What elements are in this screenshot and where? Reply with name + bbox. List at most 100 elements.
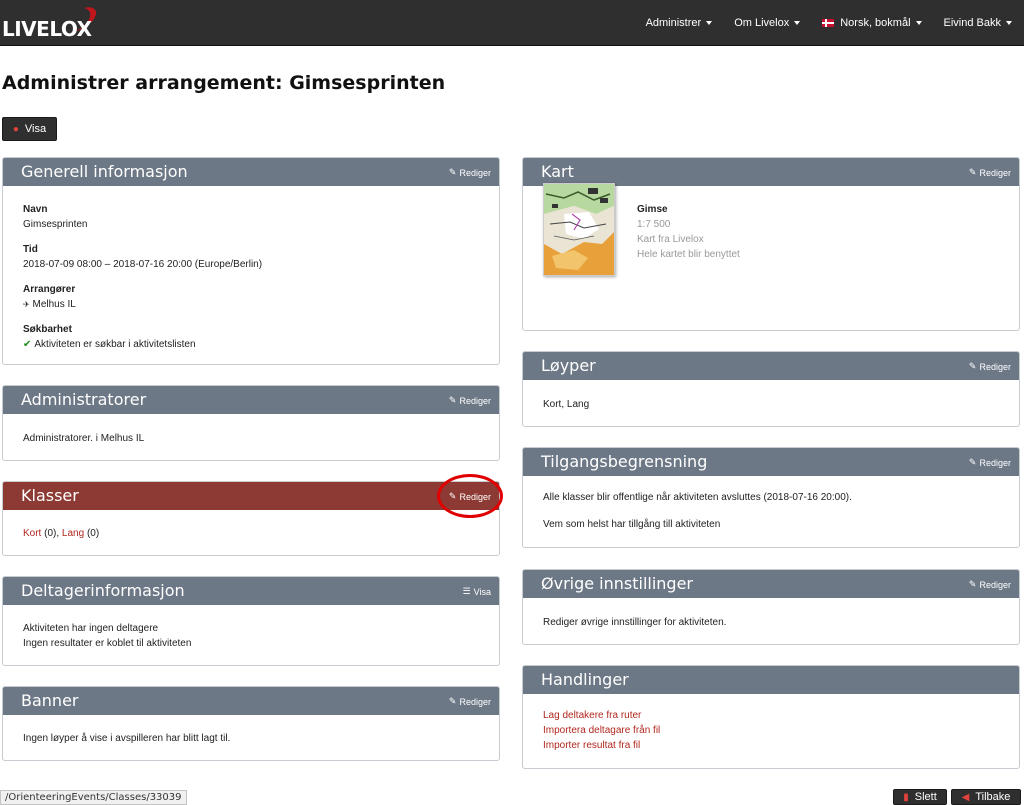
map-scale: 1:7 500 (637, 219, 671, 230)
view-button-label: Visa (24, 123, 47, 135)
livelox-logo[interactable]: LIVELOX (2, 6, 102, 41)
delete-button[interactable]: ▮ Slett (893, 789, 947, 805)
link-import-results[interactable]: Importer resultat fra fil (543, 740, 640, 751)
panel-title: Handlinger (541, 670, 629, 689)
edit-icon: ✎ (448, 491, 457, 501)
panel-map: Kart ✎ Rediger Gimse 1:7 500 Kart fra Li… (522, 157, 1020, 331)
field-value-searchability: ✔ Aktiviteten er søkbar i aktivitetsliste… (23, 337, 479, 352)
panel-header: Generell informasjon ✎ Rediger (3, 158, 499, 186)
edit-classes-button[interactable]: ✎ Rediger (449, 491, 491, 502)
edit-admins-button[interactable]: ✎ Rediger (449, 395, 491, 406)
panel-courses: Løyper ✎ Rediger Kort, Lang (522, 351, 1020, 427)
class-link-lang[interactable]: Lang (62, 528, 84, 539)
map-source: Kart fra Livelox (637, 234, 704, 245)
field-label-name: Navn (23, 204, 48, 215)
edit-courses-button[interactable]: ✎ Rediger (969, 361, 1011, 372)
edit-icon: ✎ (968, 167, 977, 177)
caret-down-icon (706, 21, 713, 25)
class-count-kort: (0), (44, 528, 60, 539)
edit-label: Rediger (459, 491, 491, 502)
map-thumbnail[interactable] (543, 183, 615, 276)
organizer-icon: ✈ (23, 300, 30, 309)
panel-header: Administratorer ✎ Rediger (3, 386, 499, 414)
arrow-left-icon: ◀ (961, 791, 970, 803)
edit-icon: ✎ (448, 167, 457, 177)
edit-general-button[interactable]: ✎ Rediger (449, 167, 491, 178)
participants-line-2: Ingen resultater er koblet til aktivitet… (23, 638, 192, 649)
link-import-participants[interactable]: Importera deltagare från fil (543, 725, 660, 736)
courses-text: Kort, Lang (543, 399, 590, 410)
browser-status-url: /OrienteeringEvents/Classes/33039 (0, 790, 187, 805)
field-value-time: 2018-07-09 08:00 – 2018-07-16 20:00 (Eur… (23, 259, 263, 270)
field-label-organizers: Arrangører (23, 284, 76, 295)
page-title: Administrer arrangement: Gimsesprinten (2, 72, 446, 94)
nav-om-livelox-label: Om Livelox (734, 17, 790, 29)
edit-other-settings-button[interactable]: ✎ Rediger (969, 579, 1011, 590)
delete-button-label: Slett (914, 791, 937, 803)
field-value-organizers: ✈ Melhus IL (23, 297, 479, 312)
link-create-participants-from-routes[interactable]: Lag deltakere fra ruter (543, 710, 641, 721)
edit-icon: ✎ (448, 696, 457, 706)
edit-label: Rediger (459, 696, 491, 707)
map-info: Gimse 1:7 500 Kart fra Livelox Hele kart… (637, 202, 740, 262)
nav-user[interactable]: Eivind Bakk (944, 17, 1012, 29)
panel-header: Kart ✎ Rediger (523, 158, 1019, 186)
nav-user-label: Eivind Bakk (943, 17, 1001, 29)
panel-administrators: Administratorer ✎ Rediger Administratore… (2, 385, 500, 461)
panel-other-settings: Øvrige innstillinger ✎ Rediger Rediger ø… (522, 569, 1020, 645)
edit-access-button[interactable]: ✎ Rediger (969, 457, 1011, 468)
view-button[interactable]: ● Visa (2, 117, 57, 141)
edit-label: Rediger (979, 167, 1011, 178)
edit-banner-button[interactable]: ✎ Rediger (449, 696, 491, 707)
nav-administrer[interactable]: Administrer (646, 17, 713, 29)
trash-icon: ▮ (903, 791, 909, 803)
panel-title: Generell informasjon (21, 162, 188, 181)
nav-language-label: Norsk, bokmål (840, 17, 911, 29)
back-button-label: Tilbake (975, 791, 1011, 803)
field-label-time: Tid (23, 244, 38, 255)
edit-map-button[interactable]: ✎ Rediger (969, 167, 1011, 178)
map-name: Gimse (637, 204, 668, 215)
orienteering-map-image (544, 184, 614, 275)
panel-participants: Deltagerinformasjon ☰ Visa Aktiviteten h… (2, 576, 500, 666)
view-label: Visa (473, 586, 491, 597)
access-line-1: Alle klasser blir offentlige når aktivit… (543, 492, 852, 503)
norway-flag-icon (822, 19, 835, 27)
nav-administrer-label: Administrer (645, 17, 702, 29)
checkmark-icon: ✔ (23, 339, 32, 350)
view-participants-button[interactable]: ☰ Visa (463, 586, 491, 597)
edit-icon: ✎ (448, 395, 457, 405)
admins-text: Administratorer. i Melhus IL (23, 433, 145, 444)
panel-general-info: Generell informasjon ✎ Rediger Navn Gims… (2, 157, 500, 365)
edit-label: Rediger (979, 457, 1011, 468)
panel-title: Tilgangsbegrensning (541, 452, 708, 471)
panel-title: Deltagerinformasjon (21, 581, 185, 600)
access-line-2: Vem som helst har tillgång till aktivite… (543, 519, 721, 530)
panel-title: Kart (541, 162, 574, 181)
searchability-text: Aktiviteten er søkbar i aktivitetslisten (34, 339, 196, 350)
caret-down-icon (794, 21, 801, 25)
list-icon: ☰ (462, 586, 471, 596)
panel-header: Løyper ✎ Rediger (523, 352, 1019, 380)
field-value-name: Gimsesprinten (23, 219, 88, 230)
back-button[interactable]: ◀ Tilbake (951, 789, 1021, 805)
edit-label: Rediger (459, 395, 491, 406)
map-usage: Hele kartet blir benyttet (637, 249, 740, 260)
other-settings-text: Rediger øvrige innstillinger for aktivit… (543, 617, 727, 628)
nav-om-livelox[interactable]: Om Livelox (734, 17, 801, 29)
nav-language[interactable]: Norsk, bokmål (822, 17, 922, 29)
panel-title: Banner (21, 691, 79, 710)
caret-down-icon (1006, 21, 1012, 25)
caret-down-icon (915, 21, 922, 25)
logo-text: LIVELOX (2, 17, 92, 41)
edit-label: Rediger (979, 361, 1011, 372)
panel-header: Klasser ✎ Rediger (3, 482, 499, 510)
panel-header: Tilgangsbegrensning ✎ Rediger (523, 448, 1019, 476)
class-link-kort[interactable]: Kort (23, 528, 41, 539)
panel-banner: Banner ✎ Rediger Ingen løyper å vise i a… (2, 686, 500, 761)
edit-icon: ✎ (968, 457, 977, 467)
edit-label: Rediger (979, 579, 1011, 590)
field-label-searchability: Søkbarhet (23, 324, 72, 335)
organizer-name: Melhus IL (32, 299, 76, 310)
panel-access: Tilgangsbegrensning ✎ Rediger Alle klass… (522, 447, 1020, 548)
